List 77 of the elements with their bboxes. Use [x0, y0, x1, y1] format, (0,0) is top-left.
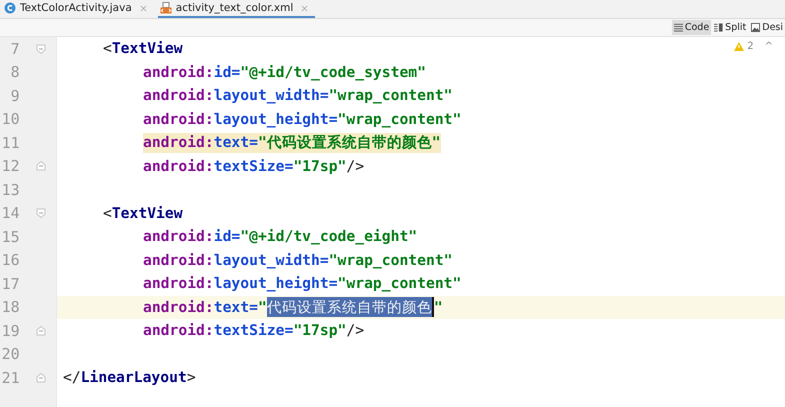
attribute-value: "wrap_content": [338, 110, 462, 128]
line-number: 18: [0, 298, 20, 316]
tag-bracket: >: [186, 369, 196, 386]
attribute-namespace: android:: [143, 228, 214, 246]
line-number: 15: [0, 228, 20, 246]
attribute-value: "17sp": [293, 322, 346, 340]
attribute-value: "wrap_content": [338, 275, 462, 292]
line-number: 10: [0, 110, 20, 128]
tag-bracket: </: [63, 369, 81, 386]
tag-name: TextView: [112, 40, 183, 58]
close-icon[interactable]: [140, 4, 147, 12]
fold-icon[interactable]: [36, 44, 46, 54]
tag-bracket: />: [346, 158, 364, 175]
attribute-value: ": [434, 298, 443, 316]
attribute-name: layout_width=: [214, 252, 329, 269]
tag-name: TextView: [112, 204, 183, 222]
close-icon[interactable]: [301, 4, 308, 12]
attribute-namespace: android:: [143, 110, 214, 128]
attribute-name: layout_width=: [214, 87, 329, 104]
attribute-name: textSize=: [214, 322, 294, 340]
view-mode-button[interactable]: Split: [712, 20, 748, 35]
attribute-value: ": [258, 298, 267, 316]
warning-icon[interactable]: [734, 42, 744, 51]
attribute-name: text=: [214, 298, 258, 316]
attribute-name: layout_height=: [214, 110, 338, 128]
line-number: 21: [0, 368, 20, 387]
attribute-namespace: android:: [143, 87, 214, 104]
file-tab[interactable]: activity_text_color.xml: [158, 0, 316, 18]
lines-icon: [674, 23, 683, 32]
attribute-name: id=: [214, 228, 240, 246]
attribute-name: layout_height=: [214, 275, 338, 292]
line-number: 11: [0, 134, 20, 152]
attribute-value: "wrap_content": [328, 87, 453, 104]
picture-icon: [751, 23, 760, 32]
attribute-name: id=: [214, 64, 240, 81]
tag-name: LinearLayout: [80, 369, 187, 386]
fold-icon[interactable]: [36, 208, 46, 218]
attribute-namespace: android:: [143, 134, 214, 152]
attribute-namespace: android:: [143, 252, 214, 269]
attribute-namespace: android:: [143, 158, 214, 175]
xml-file-icon: [160, 2, 172, 14]
line-number: 20: [0, 345, 20, 364]
attribute-namespace: android:: [143, 275, 214, 292]
line-number: 8: [10, 63, 20, 82]
attribute-value: "17sp": [293, 158, 346, 175]
text-caret: [432, 297, 434, 318]
tag-bracket: />: [346, 322, 364, 340]
fold-icon[interactable]: [36, 326, 46, 336]
fold-icon[interactable]: [36, 161, 46, 172]
line-number: 13: [0, 180, 20, 199]
attribute-name: textSize=: [214, 158, 294, 175]
file-tab[interactable]: TextColorActivity.java: [2, 0, 154, 18]
previous-arrow[interactable]: ^: [764, 41, 773, 52]
selected-text: 代码设置系统自带的颜色: [266, 297, 432, 318]
attribute-value: "代码设置系统自带的颜色": [258, 133, 441, 152]
attribute-value: "@+id/tv_code_eight": [240, 228, 418, 246]
attribute-value: "@+id/tv_code_system": [240, 64, 426, 81]
attribute-value: "wrap_content": [328, 252, 453, 269]
attribute-namespace: android:: [143, 322, 214, 340]
attribute-name: text=: [214, 134, 258, 152]
line-number: 7: [10, 40, 20, 58]
line-number: 9: [10, 86, 20, 105]
line-number: 17: [0, 274, 20, 293]
attribute-namespace: android:: [143, 64, 214, 81]
tag-bracket: <: [103, 204, 112, 222]
fold-icon[interactable]: [36, 372, 46, 383]
line-number: 16: [0, 251, 20, 270]
warning-count: 2: [747, 41, 754, 52]
class-icon: [4, 2, 16, 14]
tag-bracket: <: [103, 40, 112, 58]
line-number: 19: [0, 322, 20, 340]
attribute-namespace: android:: [143, 298, 214, 316]
split-view-icon: [714, 23, 724, 32]
view-mode-button[interactable]: Desi: [749, 20, 785, 35]
view-mode-button[interactable]: Code: [672, 20, 712, 35]
line-number: 14: [0, 204, 20, 222]
line-number: 12: [0, 157, 20, 176]
